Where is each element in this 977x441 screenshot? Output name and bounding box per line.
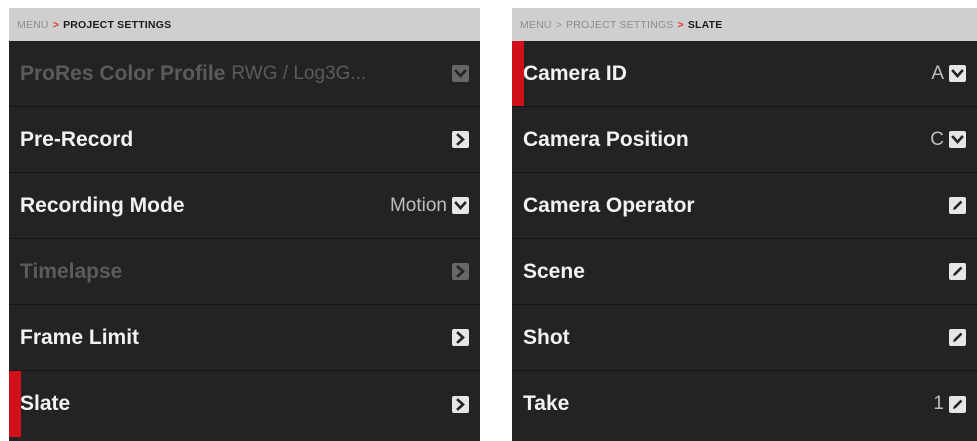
menu-row-scene[interactable]: Scene [512,239,977,305]
chevron-right-icon[interactable] [452,131,469,148]
row-label: Recording Mode [20,193,185,217]
row-label: Take [523,392,570,415]
row-value: C [930,128,944,150]
chevron-right-icon [452,263,469,280]
breadcrumb: MENU > PROJECT SETTINGS [9,8,480,41]
row-label: Slate [20,392,71,415]
row-label: Camera Position [523,127,689,151]
menu-row-prores-color-profile: ProRes Color Profile RWG / Log3G... [9,41,480,107]
row-label: Camera Operator [523,193,695,217]
row-label: Timelapse [20,259,123,283]
chevron-down-icon[interactable] [452,197,469,214]
row-label: ProRes Color Profile [20,61,226,85]
menu-row-take[interactable]: Take 1 [512,371,977,437]
row-label: Scene [523,259,585,283]
pencil-icon[interactable] [949,197,966,214]
pencil-icon[interactable] [949,263,966,280]
row-label: Pre-Record [20,127,134,151]
menu-row-pre-record[interactable]: Pre-Record [9,107,480,173]
chevron-down-icon[interactable] [949,65,966,82]
chevron-right-icon[interactable] [452,395,469,413]
slate-panel: MENU > PROJECT SETTINGS > SLATE Camera I… [512,8,977,441]
breadcrumb-current: SLATE [687,18,723,31]
pencil-icon[interactable] [949,329,966,346]
breadcrumb: MENU > PROJECT SETTINGS > SLATE [512,8,977,41]
breadcrumb-separator: > [555,18,563,31]
breadcrumb-menu[interactable]: MENU [17,19,49,31]
row-value: RWG / Log3G... [231,62,367,84]
project-settings-panel: MENU > PROJECT SETTINGS ProRes Color Pro… [9,8,480,441]
row-value: Motion [389,194,447,216]
selection-indicator [9,371,21,437]
pencil-icon[interactable] [949,395,966,413]
menu-row-camera-operator[interactable]: Camera Operator [512,173,977,239]
row-label: Camera ID [523,61,627,85]
breadcrumb-separator: > [52,18,60,31]
settings-list: ProRes Color Profile RWG / Log3G... Pre-… [9,41,480,437]
row-label: Frame Limit [20,325,140,349]
menu-row-timelapse: Timelapse [9,239,480,305]
menu-row-slate[interactable]: Slate [9,371,480,437]
breadcrumb-menu[interactable]: MENU [520,19,552,31]
menu-row-frame-limit[interactable]: Frame Limit [9,305,480,371]
chevron-down-icon [452,65,469,82]
slate-list: Camera ID A Camera Position C Camera Ope… [512,41,977,437]
menu-row-recording-mode[interactable]: Recording Mode Motion [9,173,480,239]
menu-row-shot[interactable]: Shot [512,305,977,371]
row-value: 1 [933,393,944,414]
breadcrumb-project-settings[interactable]: PROJECT SETTINGS [566,19,673,31]
menu-row-camera-position[interactable]: Camera Position C [512,107,977,173]
breadcrumb-current: PROJECT SETTINGS [63,18,172,31]
menu-row-camera-id[interactable]: Camera ID A [512,41,977,107]
row-label: Shot [523,325,570,349]
row-value: A [931,62,944,84]
breadcrumb-separator: > [677,18,684,31]
chevron-down-icon[interactable] [949,131,966,148]
chevron-right-icon[interactable] [452,329,469,346]
selection-indicator [512,41,524,106]
